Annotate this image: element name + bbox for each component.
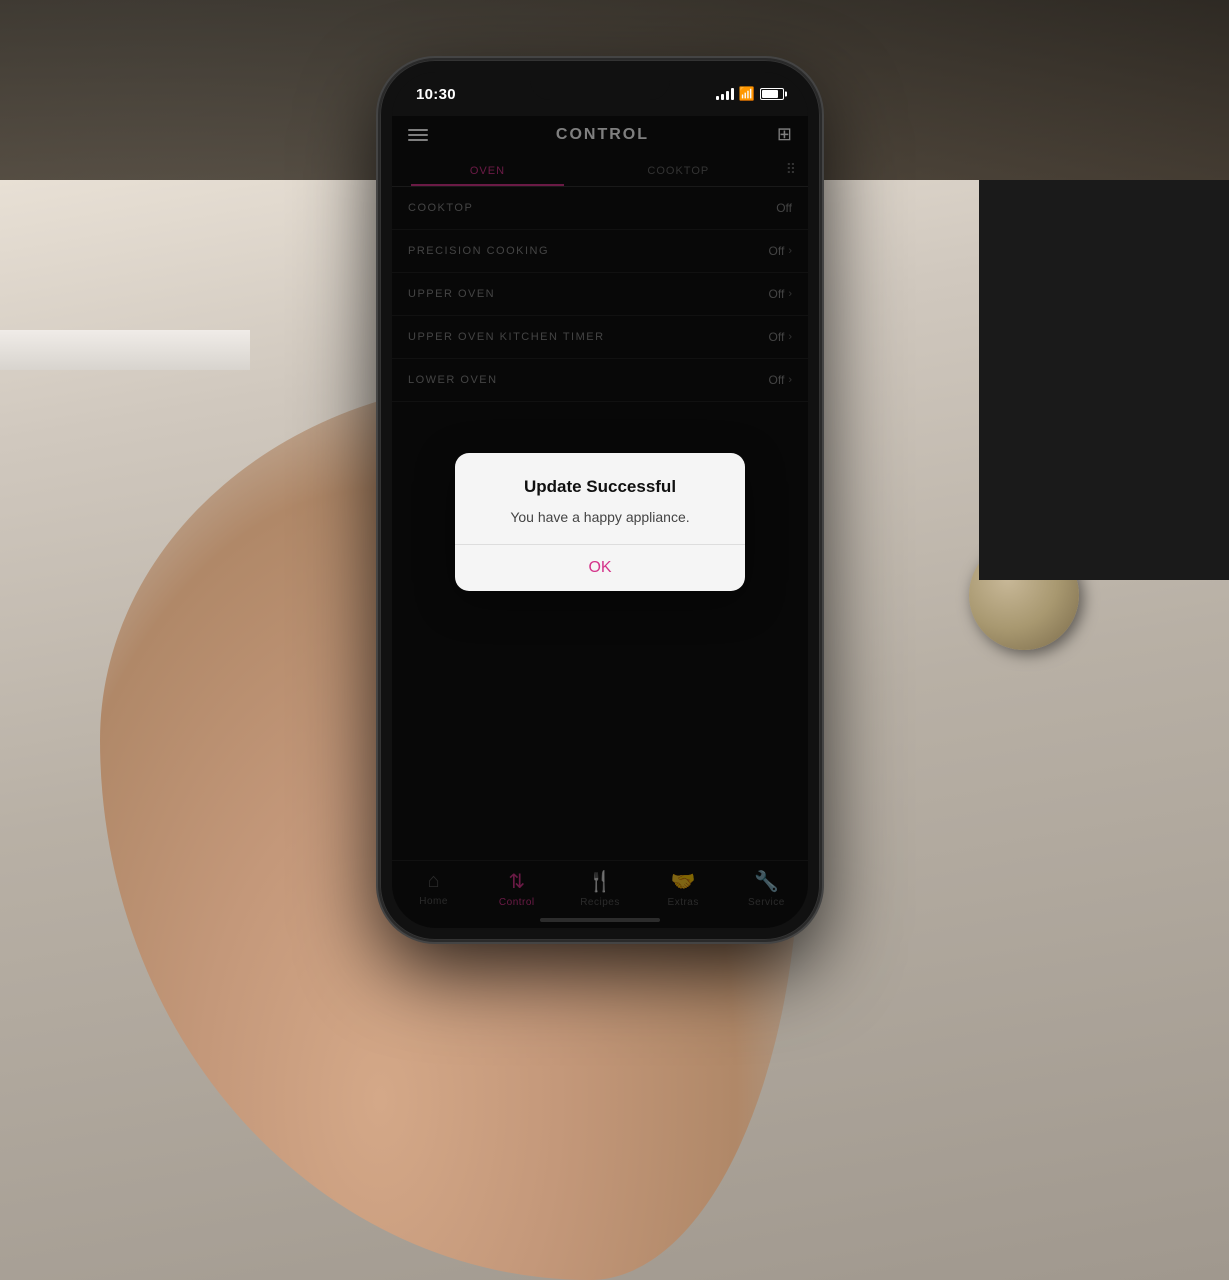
modal-message: You have a happy appliance. (475, 507, 725, 528)
modal-title: Update Successful (475, 477, 725, 497)
phone-frame: 10:30 📶 (380, 60, 820, 940)
modal-overlay: Update Successful You have a happy appli… (392, 187, 808, 860)
phone-notch (530, 72, 670, 100)
ok-button[interactable]: OK (455, 545, 745, 591)
wifi-icon: 📶 (739, 86, 755, 102)
battery-icon (760, 88, 784, 100)
update-success-modal: Update Successful You have a happy appli… (455, 453, 745, 591)
app-content: CONTROL ⊞ OVEN COOKTOP ⠿ COOKTOP Off (392, 116, 808, 928)
status-time: 10:30 (416, 86, 456, 103)
status-icons: 📶 (716, 86, 784, 102)
power-button (819, 220, 820, 285)
counter-top (0, 330, 250, 370)
modal-content: Update Successful You have a happy appli… (455, 453, 745, 544)
signal-icon (716, 88, 734, 100)
volume-down-button (380, 315, 381, 375)
volume-up-button (380, 245, 381, 305)
mute-button (380, 190, 381, 225)
menu-list: COOKTOP Off PRECISION COOKING Off › (392, 187, 808, 860)
phone-screen: 10:30 📶 (392, 72, 808, 928)
dark-panel-top (979, 180, 1229, 580)
